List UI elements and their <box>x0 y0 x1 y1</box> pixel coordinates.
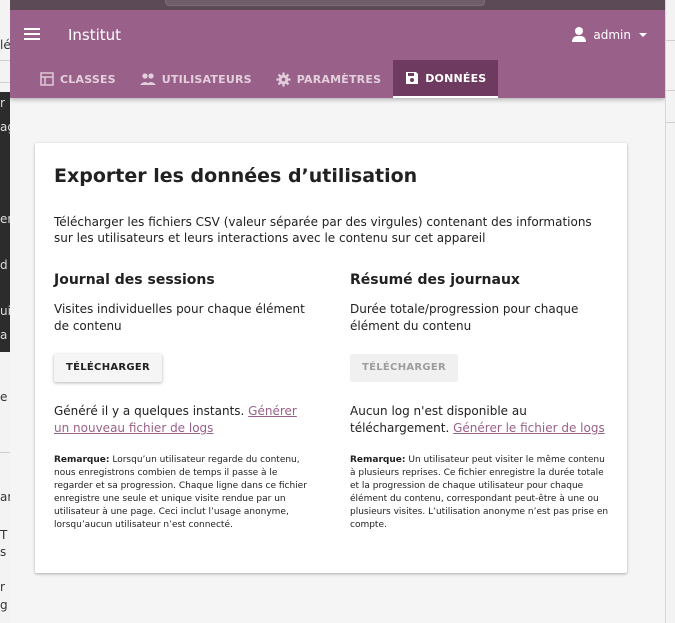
download-summary-button[interactable]: TÉLÉCHARGER <box>350 354 459 382</box>
people-icon <box>139 73 156 85</box>
summary-note: Remarque: Un utilisateur peut visiter le… <box>350 454 610 532</box>
background-text: ui <box>0 304 10 318</box>
tab-label: DONNÉES <box>425 71 487 85</box>
app-window: Institut admin CLASSES UTILISATEURS PARA… <box>10 10 665 623</box>
tab-parametres[interactable]: PARAMÈTRES <box>264 60 393 98</box>
menu-button[interactable] <box>24 26 44 44</box>
background-window-right <box>665 0 675 623</box>
generate-log-link[interactable]: Générer le fichier de logs <box>453 421 605 435</box>
save-icon <box>406 72 419 84</box>
card-title: Exporter les données d’utilisation <box>54 165 418 187</box>
note-label: Remarque: <box>54 455 110 465</box>
hamburger-icon <box>24 28 40 30</box>
summary-description: Durée totale/progression pour chaque élé… <box>350 302 579 333</box>
sessions-note: Remarque: Lorsqu’un utilisateur regarde … <box>54 454 314 532</box>
user-menu[interactable]: admin <box>571 24 647 46</box>
background-divider <box>0 82 10 83</box>
background-text: r <box>0 96 5 110</box>
sessions-description: Visites individuelles pour chaque élémen… <box>54 302 305 333</box>
summary-heading: Résumé des journaux <box>350 272 520 288</box>
background-text: T <box>0 528 8 542</box>
background-text: d <box>0 258 8 272</box>
tab-classes[interactable]: CLASSES <box>28 60 128 98</box>
sessions-section: Journal des sessions Visites individuell… <box>54 270 314 532</box>
tab-donnees[interactable]: DONNÉES <box>393 60 499 98</box>
gear-icon <box>276 71 291 87</box>
summary-status: Aucun log n'est disponible au télécharge… <box>350 403 610 437</box>
sessions-heading: Journal des sessions <box>54 272 215 288</box>
tab-label: UTILISATEURS <box>161 72 252 86</box>
user-name: admin <box>593 28 631 42</box>
tab-label: PARAMÈTRES <box>296 72 382 86</box>
download-sessions-button[interactable]: TÉLÉCHARGER <box>54 354 163 382</box>
note-text: Un utilisateur peut visiter le même cont… <box>350 455 609 530</box>
person-icon <box>571 27 587 43</box>
background-text: s <box>0 545 7 559</box>
app-title: Institut <box>68 26 122 44</box>
nav-tabs: CLASSES UTILISATEURS PARAMÈTRES DONNÉES <box>28 60 499 98</box>
background-text: er <box>0 212 10 226</box>
background-text: a <box>0 328 8 342</box>
background-text: lé <box>0 38 10 52</box>
address-bar[interactable] <box>165 0 485 6</box>
note-text: Lorsqu’un utilisateur regarde du contenu… <box>54 455 307 530</box>
app-bar: Institut admin CLASSES UTILISATEURS PARA… <box>10 10 665 98</box>
background-divider <box>0 452 10 453</box>
sessions-status-text: Généré il y a quelques instants. <box>54 404 245 418</box>
sessions-status: Généré il y a quelques instants. Générer… <box>54 403 314 437</box>
background-text: g <box>0 598 8 612</box>
note-label: Remarque: <box>350 455 406 465</box>
background-text: r <box>0 580 5 594</box>
browser-top-strip <box>10 0 665 10</box>
background-text: ag <box>0 120 10 134</box>
background-text: ar <box>0 490 10 504</box>
classes-icon <box>40 72 54 86</box>
summary-section: Résumé des journaux Durée totale/progres… <box>350 270 610 532</box>
tab-utilisateurs[interactable]: UTILISATEURS <box>128 60 264 98</box>
background-dark-panel: r ag er d ui a <box>0 92 10 352</box>
caret-down-icon <box>639 33 647 37</box>
background-divider <box>0 60 10 61</box>
tab-label: CLASSES <box>60 72 116 86</box>
card-description: Télécharger les fichiers CSV (valeur sép… <box>54 215 592 245</box>
background-text: e <box>0 390 8 404</box>
export-card: Exporter les données d’utilisation Téléc… <box>35 143 627 573</box>
